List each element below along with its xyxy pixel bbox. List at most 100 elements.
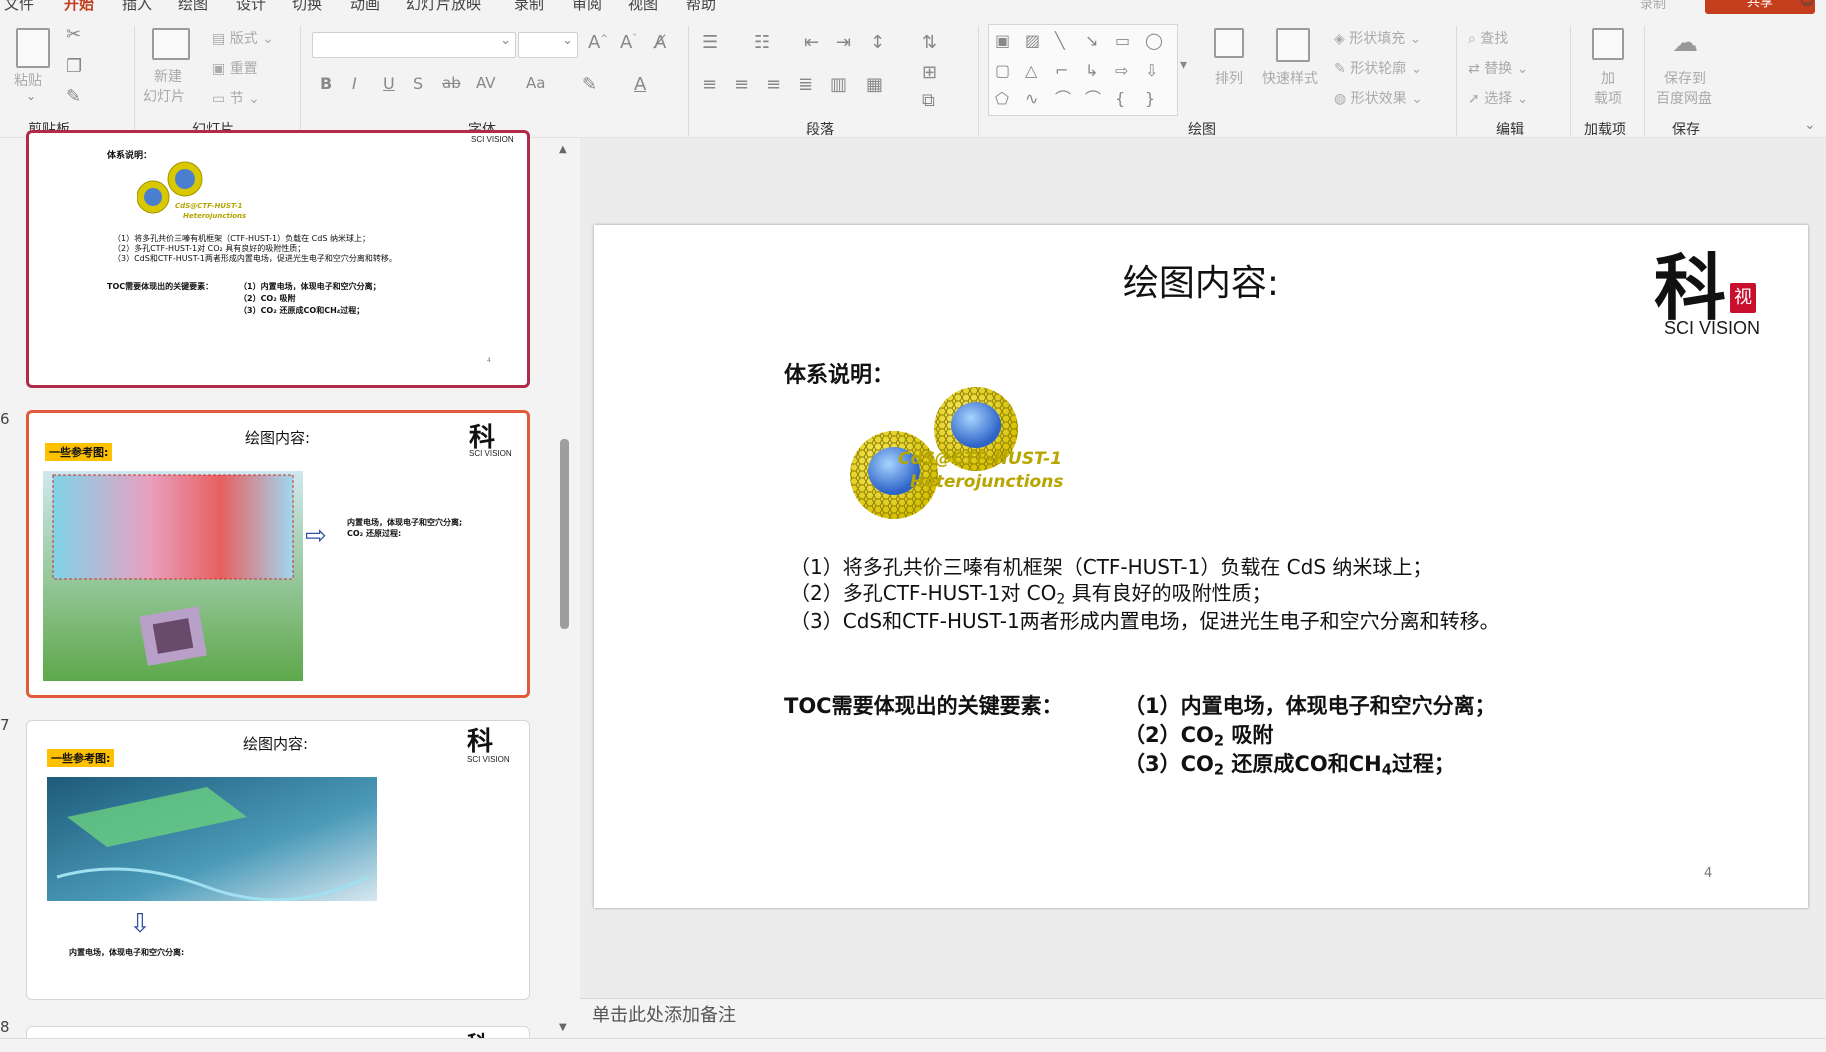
columns-icon[interactable]: ▦ xyxy=(866,76,883,94)
record-button[interactable]: 录制 xyxy=(1640,0,1666,12)
scroll-down-icon[interactable]: ▼ xyxy=(559,1023,567,1033)
font-size-dropdown[interactable] xyxy=(518,32,578,58)
right-brace-icon[interactable]: } xyxy=(1145,91,1155,107)
font-color-icon[interactable]: A xyxy=(634,76,646,94)
shadow-icon[interactable]: S xyxy=(413,76,423,92)
arrow-line-icon[interactable]: ↘ xyxy=(1085,33,1098,49)
shape-outline-button[interactable]: ✎ 形状轮廓 ⌄ xyxy=(1334,58,1422,78)
tab-insert[interactable]: 插入 xyxy=(122,0,152,14)
find-button[interactable]: ⌕ 查找 xyxy=(1468,28,1508,48)
arc-icon[interactable]: ⌒ xyxy=(1055,91,1071,107)
description-line-2[interactable]: （2）多孔CTF-HUST-1对 CO2 具有良好的吸附性质； xyxy=(790,577,1272,608)
collapse-ribbon-icon[interactable]: ⌄ xyxy=(1804,118,1816,132)
left-brace-icon[interactable]: { xyxy=(1115,91,1125,107)
share-button[interactable]: 共享 xyxy=(1705,0,1815,14)
paste-icon xyxy=(16,28,50,68)
character-spacing-icon[interactable]: AV xyxy=(476,76,496,91)
tab-draw[interactable]: 绘图 xyxy=(178,0,208,14)
textbox-icon[interactable]: ▣ xyxy=(995,33,1010,49)
tab-file[interactable]: 文件 xyxy=(4,0,34,14)
tab-help[interactable]: 帮助 xyxy=(686,0,716,14)
numbering-icon[interactable]: ☷ xyxy=(754,34,770,52)
tab-animations[interactable]: 动画 xyxy=(350,0,380,14)
tab-home[interactable]: 开始 xyxy=(64,0,94,14)
change-case-icon[interactable]: Aa xyxy=(526,76,545,91)
elbow-connector-icon[interactable]: ⌐ xyxy=(1055,63,1068,79)
layout-button[interactable]: ▤ 版式 ⌄ xyxy=(212,28,274,48)
align-right-icon[interactable]: ≡ xyxy=(766,76,781,94)
justify-icon[interactable]: ≣ xyxy=(798,76,813,94)
reset-button[interactable]: ▣ 重置 xyxy=(212,58,258,78)
tab-slideshow[interactable]: 幻灯片放映 xyxy=(406,0,481,14)
section-button[interactable]: ▭ 节 ⌄ xyxy=(212,88,260,108)
tab-design[interactable]: 设计 xyxy=(236,0,266,14)
scrollbar-thumb[interactable] xyxy=(560,439,569,629)
thumbnail-slide-7[interactable]: 绘图内容: 科 SCI VISION 一些参考图: ⇩ 内置电场，体现电子和空穴… xyxy=(26,720,530,1000)
shape-effects-button[interactable]: ◍ 形状效果 ⌄ xyxy=(1334,88,1423,108)
decrease-indent-icon[interactable]: ⇤ xyxy=(804,34,819,52)
gallery-more-icon[interactable]: ▾ xyxy=(1180,58,1187,72)
vertical-textbox-icon[interactable]: ▨ xyxy=(1025,33,1040,49)
paste-label: 粘贴 xyxy=(14,73,42,89)
highlight-icon[interactable]: ✎ xyxy=(582,76,597,94)
scribble-icon[interactable]: ∿ xyxy=(1025,91,1038,107)
strikethrough-icon[interactable]: ab xyxy=(442,76,461,91)
thumb-note-1: 内置电场，体现电子和空穴分离: xyxy=(69,948,185,957)
text-direction-icon[interactable]: ⇅ xyxy=(922,34,937,52)
smartart-icon[interactable]: ⧉ xyxy=(922,92,935,110)
cut-icon[interactable]: ✂ xyxy=(66,26,81,44)
triangle-icon[interactable]: △ xyxy=(1025,63,1037,79)
thumbnail-scrollbar[interactable]: ▲ ▼ xyxy=(557,145,571,1035)
format-painter-icon[interactable]: ✎ xyxy=(66,88,81,106)
bold-icon[interactable]: B xyxy=(320,76,332,92)
section-heading[interactable]: 体系说明： xyxy=(784,357,894,389)
align-left-icon[interactable]: ≡ xyxy=(702,76,717,94)
distributed-icon[interactable]: ▥ xyxy=(830,76,847,94)
right-arrow-icon[interactable]: ⇨ xyxy=(1115,63,1128,79)
notes-placeholder[interactable]: 单击此处添加备注 xyxy=(592,1001,736,1027)
align-center-icon[interactable]: ≡ xyxy=(734,76,749,94)
tab-view[interactable]: 视图 xyxy=(628,0,658,14)
rectangle-icon[interactable]: ▭ xyxy=(1115,33,1130,49)
increase-indent-icon[interactable]: ⇥ xyxy=(836,34,851,52)
toc-key-1[interactable]: （1）内置电场，体现电子和空穴分离； xyxy=(1124,690,1496,720)
paragraph-group-label: 段落 xyxy=(806,122,834,138)
line-icon[interactable]: ╲ xyxy=(1055,33,1065,49)
line-spacing-icon[interactable]: ↕ xyxy=(870,34,885,52)
tab-transitions[interactable]: 切换 xyxy=(292,0,322,14)
scroll-up-icon[interactable]: ▲ xyxy=(559,145,567,155)
toc-requirements-label[interactable]: TOC需要体现出的关键要素： xyxy=(784,690,1063,720)
tab-review[interactable]: 审阅 xyxy=(572,0,602,14)
shape-fill-button[interactable]: ◈ 形状填充 ⌄ xyxy=(1334,28,1421,48)
account-icon[interactable]: ☺ xyxy=(1800,0,1815,9)
font-family-dropdown[interactable] xyxy=(312,32,516,58)
bullets-icon[interactable]: ☰ xyxy=(702,34,718,52)
thumbnail-slide-6[interactable]: 绘图内容: 科 SCI VISION 一些参考图: ⇨ 内置电场，体现电子和空穴… xyxy=(26,410,530,698)
rounded-rect-icon[interactable]: ▢ xyxy=(995,63,1010,79)
copy-icon[interactable]: ❐ xyxy=(66,58,82,76)
tab-record[interactable]: 录制 xyxy=(514,0,544,14)
shape-gallery[interactable]: ▣ ▨ ╲ ↘ ▭ ◯ ▢ △ ⌐ ↳ ⇨ ⇩ ⬠ ∿ ⌒ ⌒ { } xyxy=(988,24,1178,116)
current-slide[interactable]: 绘图内容: 科 视 SCI VISION 体系说明： CdS@CTF-HUST-… xyxy=(594,225,1808,908)
oval-icon[interactable]: ◯ xyxy=(1145,33,1163,49)
description-line-3[interactable]: （3）CdS和CTF-HUST-1两者形成内置电场，促进光生电子和空穴分离和转移… xyxy=(790,605,1500,634)
toc-key-2[interactable]: （2）CO2 吸附 xyxy=(1124,719,1273,750)
increase-font-icon[interactable]: A^ xyxy=(588,34,608,52)
align-text-icon[interactable]: ⊞ xyxy=(922,64,937,82)
elbow-arrow-icon[interactable]: ↳ xyxy=(1085,63,1098,79)
notes-pane[interactable]: 单击此处添加备注 xyxy=(580,998,1826,1038)
toc-key-3[interactable]: （3）CO2 还原成CO和CH4过程； xyxy=(1124,748,1455,779)
underline-icon[interactable]: U xyxy=(383,76,395,92)
decrease-font-icon[interactable]: Aˇ xyxy=(620,34,637,52)
thumb-reference-image xyxy=(43,471,303,681)
slide-title[interactable]: 绘图内容: xyxy=(594,254,1808,306)
select-button[interactable]: ➚ 选择 ⌄ xyxy=(1468,88,1528,108)
freeform-icon[interactable]: ⬠ xyxy=(995,91,1009,107)
clear-format-icon[interactable]: A̸ xyxy=(654,34,666,52)
thumbnail-slide-5[interactable]: SCI VISION 体系说明： CdS@CTF-HUST-1 Heteroju… xyxy=(26,130,530,388)
italic-icon[interactable]: I xyxy=(352,76,357,92)
description-line-1[interactable]: （1）将多孔共价三嗪有机框架（CTF-HUST-1）负载在 CdS 纳米球上； xyxy=(790,551,1432,580)
curve-icon[interactable]: ⌒ xyxy=(1085,91,1101,107)
replace-button[interactable]: ⇄ 替换 ⌄ xyxy=(1468,58,1528,78)
down-arrow-icon[interactable]: ⇩ xyxy=(1145,63,1158,79)
